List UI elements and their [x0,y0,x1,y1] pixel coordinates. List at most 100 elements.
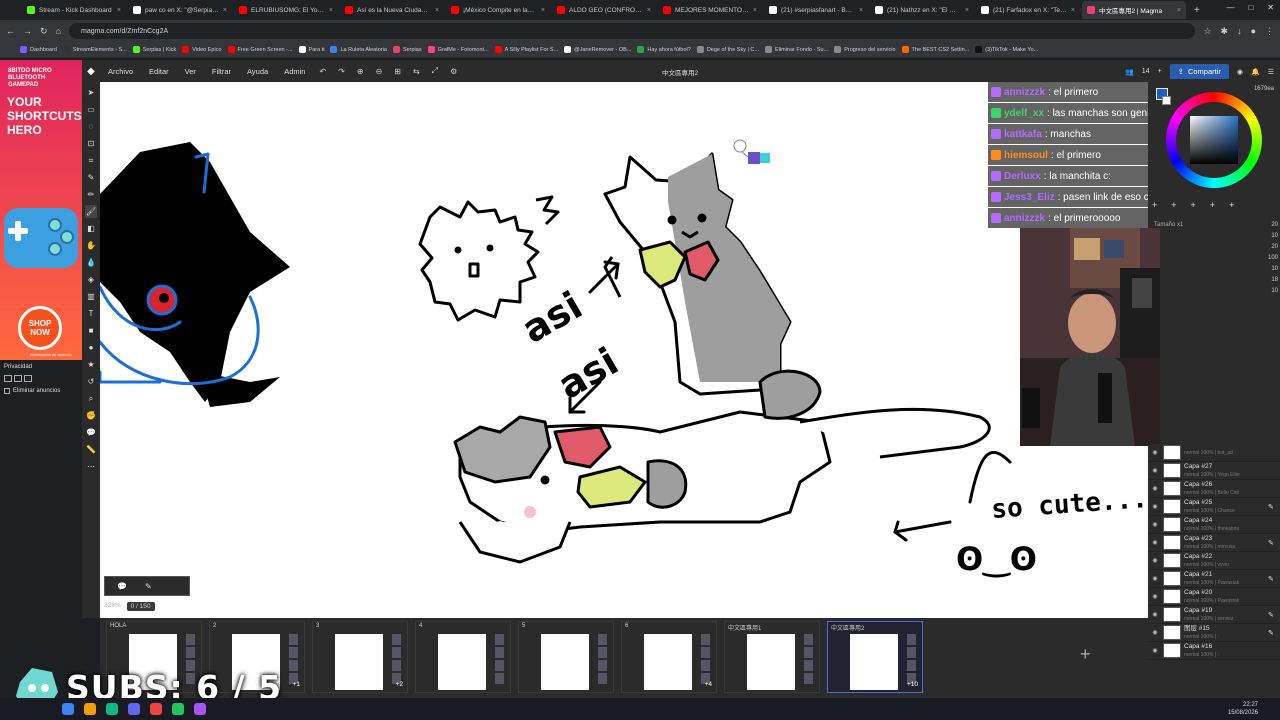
grid-icon[interactable]: ⊞ [388,67,407,76]
forward-icon[interactable]: → [23,26,32,36]
browser-tab[interactable]: (21) Nathzz en X: "El mag × [870,1,974,19]
menu-admin[interactable]: Admin [276,67,313,76]
layer-row[interactable]: ◉ Capa #16 normal 100% | · [1148,642,1280,660]
bookmark-item[interactable]: Hay ahora fútbol? [637,46,691,53]
browser-tab[interactable]: ELRUBIUSOMG: El YouTub × [234,1,338,19]
new-tab-button[interactable]: + [1188,5,1206,16]
remove-ads-link[interactable]: Eliminar anuncios [4,388,60,394]
visibility-eye-icon[interactable]: ◉ [1150,557,1160,564]
download-icon[interactable]: ↓ [1237,26,1242,37]
shape-circle-icon[interactable]: ● [85,341,97,354]
bookmark-item[interactable]: Dashboard [20,46,57,53]
undo-icon[interactable]: ↶ [313,67,332,76]
brush-preset-icon[interactable]: + [1229,200,1234,210]
obs-icon[interactable] [150,703,162,715]
ruler-icon[interactable]: 📏 [85,443,97,456]
tab-close-icon[interactable]: × [965,7,969,14]
rotate-icon[interactable]: ↺ [85,375,97,388]
layer-row[interactable]: ◉ Capa #19 normal 100% | serviez ✎ [1148,606,1280,624]
layer-row[interactable]: ◉ Capa #24 normal 100% | thinkabou [1148,516,1280,534]
pencil-icon[interactable]: ✏ [85,188,97,201]
maximize-icon[interactable]: □ [1248,3,1253,12]
layer-edit-icon[interactable]: ✎ [1268,539,1280,547]
browser-tab[interactable]: (21) #serpiasfanart - Busc × [764,1,868,19]
transform-icon[interactable]: ⊡ [85,137,97,150]
visibility-eye-icon[interactable]: ◉ [1150,503,1160,510]
browser-tab[interactable]: 中文區專用2 | Magma × [1082,1,1186,19]
bookmark-item[interactable]: Dege of the Sky | C... [696,46,759,53]
tab-close-icon[interactable]: × [1177,7,1181,14]
layer-row[interactable]: ◉ Capa #26 normal 100% | Bello Cirit [1148,480,1280,498]
browser-tab[interactable]: ALDO GEO (CONFRONTA × [552,1,656,19]
shop-now-button[interactable]: SHOP NOW [18,306,62,350]
bookmark-item[interactable]: Free Green Screen -... [227,46,293,53]
tab-close-icon[interactable]: × [1071,7,1075,14]
zoom-out-icon[interactable]: ⊖ [370,67,389,76]
gradient-icon[interactable]: ▥ [85,290,97,303]
page-thumbnail[interactable]: 5 [518,621,614,693]
zoom-in-icon[interactable]: ⊕ [351,67,370,76]
brush-preset-icon[interactable]: + [1210,200,1215,210]
visibility-eye-icon[interactable]: ◉ [1150,611,1160,618]
brush-size-value[interactable]: 10 [1268,288,1278,294]
settings-icon[interactable]: ⚙ [444,67,463,76]
magma-logo-icon[interactable]: ◆ [82,66,100,77]
bell-icon[interactable]: 🔔 [1251,68,1260,76]
saturation-square[interactable] [1190,116,1238,164]
url-field[interactable]: magma.com/d/Zmf2nCcg2A [68,23,1196,39]
stamp-icon[interactable]: ★ [85,358,97,371]
menu-ayuda[interactable]: Ayuda [239,67,276,76]
tab-close-icon[interactable]: × [859,7,863,14]
minimize-icon[interactable]: — [1226,3,1234,12]
blur-icon[interactable]: 💧 [85,256,97,269]
layer-edit-icon[interactable]: ✎ [1268,503,1280,511]
bookmark-item[interactable]: @JaneRemover - OB... [564,46,631,53]
tab-close-icon[interactable]: × [435,7,439,14]
bookmark-item[interactable]: Serpias [392,46,422,53]
visibility-eye-icon[interactable]: ◉ [1150,521,1160,528]
share-button[interactable]: ⇪ Compartir [1169,64,1229,79]
privacy-label[interactable]: Privacidad [4,364,32,370]
menu-ver[interactable]: Ver [177,67,204,76]
visibility-eye-icon[interactable]: ◉ [1150,629,1160,636]
browser-tab[interactable]: MEJORES MOMENTOS IB × [658,1,762,19]
bookmark-item[interactable]: Eliminar Fondo - Su... [765,46,828,53]
brush-preset-icon[interactable]: + [1171,200,1176,210]
visibility-eye-icon[interactable]: ◉ [1150,539,1160,546]
tab-close-icon[interactable]: × [753,7,757,14]
brush-size-value[interactable]: 100 [1268,255,1278,261]
visibility-eye-icon[interactable]: ◉ [1150,467,1160,474]
add-user-icon[interactable]: + [1158,68,1162,75]
tab-close-icon[interactable]: × [541,7,545,14]
brush-settings-icon[interactable]: ✎ [145,582,152,591]
extensions-icon[interactable]: ✱ [1221,26,1229,37]
bookmark-item[interactable]: Para ti [298,46,324,53]
brush-size-value[interactable]: 10 [1268,233,1278,239]
redo-icon[interactable]: ↷ [332,67,351,76]
bookmark-item[interactable]: La Ruleta Aleatoria [330,46,387,53]
shape-rect-icon[interactable]: ■ [85,324,97,337]
back-icon[interactable]: ← [6,26,15,36]
spotify-icon[interactable] [172,703,184,715]
bookmark-item[interactable]: Progreso del servicio [834,46,896,53]
layer-row[interactable]: ◉ Capa #22 normal 100% | vyvio [1148,552,1280,570]
star-icon[interactable]: ☆ [1203,26,1211,37]
select-rect-icon[interactable]: ▭ [85,103,97,116]
visibility-eye-icon[interactable]: ◉ [1150,449,1160,456]
profile-icon[interactable]: ● [1251,26,1256,37]
brush-size-value[interactable]: 10 [1268,266,1278,272]
layer-edit-icon[interactable]: ✎ [1268,575,1280,583]
zoom-percent[interactable]: 328% [104,602,121,611]
reload-icon[interactable]: ↻ [40,26,48,37]
bookmark-item[interactable]: GrafMe - Fotomont... [427,46,489,53]
bookmark-item[interactable]: StreamElements - S... [62,46,127,53]
browser-tab[interactable]: ¡México Compite en las E × [446,1,550,19]
eraser-icon[interactable]: ◧ [85,222,97,235]
layer-row[interactable]: ◉ Capa #27 normal 100% | Yegn Elite [1148,462,1280,480]
page-thumbnail[interactable]: 4 [415,621,511,693]
bookmark-item[interactable]: Serpias | Kick [132,46,176,53]
layer-row[interactable]: ◉ Capa #25 normal 100% | Chance ✎ [1148,498,1280,516]
bookmark-item[interactable]: Video Epico [182,46,222,53]
home-icon[interactable]: ⌂ [56,26,61,36]
zoom-tool-icon[interactable]: ⌕ [85,392,97,405]
